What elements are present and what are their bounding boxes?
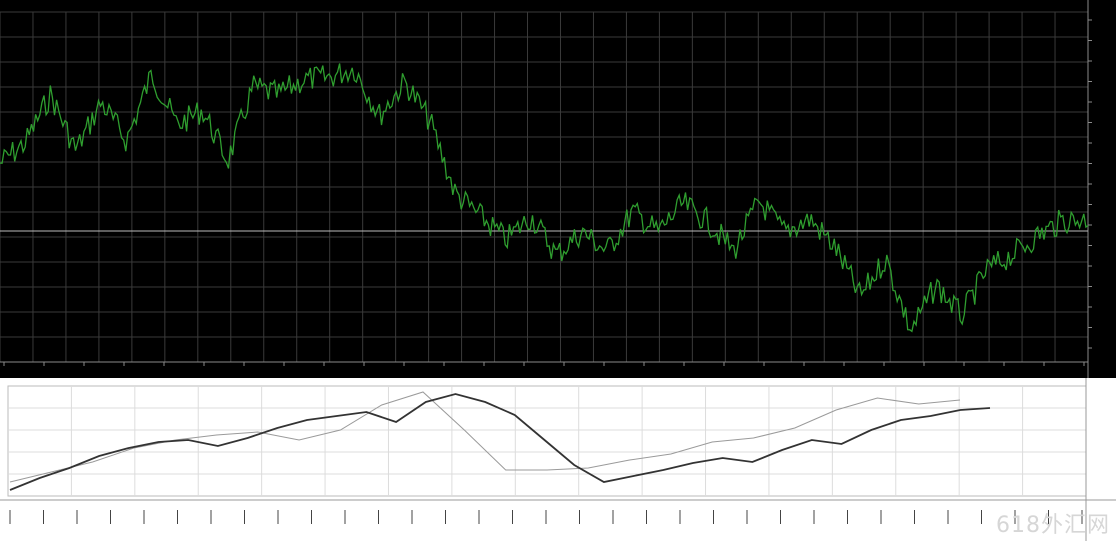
price-chart-canvas[interactable]	[0, 0, 1116, 378]
price-series-line	[0, 63, 1089, 333]
site-watermark: 618外汇网	[996, 513, 1110, 538]
price-chart-panel[interactable]	[0, 0, 1116, 378]
indicator-canvas[interactable]	[0, 378, 1116, 541]
indicator-panel[interactable]: 618外汇网	[0, 378, 1116, 541]
indicator-thin-line	[9, 391, 961, 483]
